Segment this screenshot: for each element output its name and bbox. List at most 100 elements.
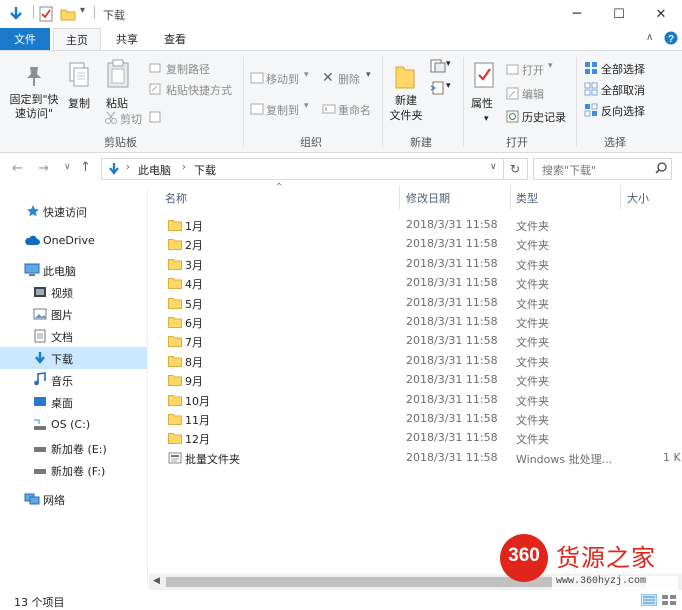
column-header-modified[interactable]: 修改日期 xyxy=(406,186,509,210)
edit-button[interactable]: 编辑 xyxy=(522,86,544,102)
nav-item-this-pc[interactable]: 此电脑 xyxy=(0,259,147,281)
history-button[interactable]: 历史记录 xyxy=(522,109,566,125)
breadcrumb-downloads[interactable]: 下载 xyxy=(194,162,216,178)
table-row[interactable]: 11月 2018/3/31 11:58 文件夹 xyxy=(149,410,682,429)
drive-icon xyxy=(33,463,47,477)
search-box[interactable]: 搜索"下载" xyxy=(533,158,672,180)
table-row[interactable]: 7月 2018/3/31 11:58 文件夹 xyxy=(149,332,682,351)
scroll-left-icon[interactable]: ◀ xyxy=(153,576,160,586)
nav-item-network[interactable]: 网络 xyxy=(0,488,147,510)
column-header-size[interactable]: 大小 xyxy=(627,186,677,210)
copy-to-button[interactable]: 复制到 xyxy=(266,102,299,118)
tab-home[interactable]: 主页 xyxy=(53,28,101,51)
table-row[interactable]: 6月 2018/3/31 11:58 文件夹 xyxy=(149,313,682,332)
table-row[interactable]: 9月 2018/3/31 11:58 文件夹 xyxy=(149,371,682,390)
column-divider[interactable] xyxy=(620,186,621,210)
table-row[interactable]: 3月 2018/3/31 11:58 文件夹 xyxy=(149,255,682,274)
group-divider xyxy=(382,57,383,147)
up-arrow-icon[interactable]: ↑ xyxy=(80,160,91,175)
breadcrumb-this-pc[interactable]: 此电脑 xyxy=(138,162,171,178)
path-icon xyxy=(149,62,161,74)
nav-item-desktop[interactable]: 桌面 xyxy=(0,391,147,413)
file-name: 7月 xyxy=(185,336,203,349)
nav-label: 下载 xyxy=(51,353,73,366)
table-row[interactable]: 5月 2018/3/31 11:58 文件夹 xyxy=(149,294,682,313)
address-dropdown-chevron-icon[interactable]: ∨ xyxy=(490,162,497,172)
nav-label: 视频 xyxy=(51,287,73,300)
delete-button[interactable]: 删除 xyxy=(338,71,360,87)
select-all-button[interactable]: 全部选择 xyxy=(601,61,645,77)
new-item-icon[interactable] xyxy=(430,59,446,73)
back-arrow-icon[interactable]: ← xyxy=(12,161,23,176)
tab-share[interactable]: 共享 xyxy=(104,28,150,50)
cut-button[interactable]: 剪切 xyxy=(120,111,142,127)
group-label-clipboard: 剪贴板 xyxy=(104,136,137,149)
minimize-button[interactable]: ─ xyxy=(556,0,598,28)
select-none-icon xyxy=(584,82,598,96)
customize-toolbar-icon[interactable]: ▾ xyxy=(80,5,85,16)
table-row[interactable]: 4月 2018/3/31 11:58 文件夹 xyxy=(149,274,682,293)
move-to-button[interactable]: 移动到 xyxy=(266,71,299,87)
collapse-ribbon-icon[interactable]: ∧ xyxy=(646,32,653,43)
column-header-type[interactable]: 类型 xyxy=(516,186,619,210)
nav-item-documents[interactable]: 文档 xyxy=(0,325,147,347)
search-input[interactable]: 搜索"下载" xyxy=(542,162,596,178)
new-folder-button[interactable]: 新建 文件夹 xyxy=(388,93,424,123)
paste-button[interactable]: 粘贴 xyxy=(106,95,128,111)
file-modified: 2018/3/31 11:58 xyxy=(406,354,498,367)
chevron-down-icon: ▾ xyxy=(446,59,451,69)
pin-quick-access-button[interactable]: 固定到"快速访问" xyxy=(8,93,60,121)
separator-icon: │ xyxy=(91,6,98,19)
quick-access-download-icon[interactable] xyxy=(8,6,24,22)
column-divider[interactable] xyxy=(510,186,511,210)
nav-item-drive-e[interactable]: 新加卷 (E:) xyxy=(0,437,147,459)
table-row[interactable]: 2月 2018/3/31 11:58 文件夹 xyxy=(149,235,682,254)
file-modified: 2018/3/31 11:58 xyxy=(406,237,498,250)
column-divider[interactable] xyxy=(399,186,400,210)
details-view-icon[interactable] xyxy=(641,594,657,606)
invert-selection-button[interactable]: 反向选择 xyxy=(601,103,645,119)
column-header-name[interactable]: 名称 xyxy=(165,186,399,210)
table-row[interactable]: 批量文件夹 2018/3/31 11:58 Windows 批处理... 1 K xyxy=(149,449,682,468)
forward-arrow-icon[interactable]: → xyxy=(38,161,49,176)
nav-item-drive-c[interactable]: OS (C:) xyxy=(0,414,147,436)
file-type: 文件夹 xyxy=(516,433,549,446)
nav-item-downloads[interactable]: 下载 xyxy=(0,347,147,369)
tab-file[interactable]: 文件 xyxy=(0,28,50,50)
star-icon xyxy=(26,204,40,218)
group-divider xyxy=(243,57,244,147)
nav-item-videos[interactable]: 视频 xyxy=(0,281,147,303)
close-button[interactable]: ✕ xyxy=(640,0,682,28)
open-button[interactable]: 打开 xyxy=(522,62,544,78)
tab-view[interactable]: 查看 xyxy=(152,28,198,50)
new-folder-icon[interactable] xyxy=(60,6,76,22)
easy-access-icon[interactable] xyxy=(430,81,446,95)
file-modified: 2018/3/31 11:58 xyxy=(406,412,498,425)
nav-item-drive-f[interactable]: 新加卷 (F:) xyxy=(0,459,147,481)
copy-path-button[interactable]: 复制路径 xyxy=(166,61,210,77)
rename-button[interactable]: 重命名 xyxy=(338,102,371,118)
copy-button[interactable]: 复制 xyxy=(68,95,90,111)
maximize-button[interactable]: ☐ xyxy=(598,0,640,28)
address-bar[interactable]: › 此电脑 › 下载 ∨ xyxy=(101,158,504,180)
large-icons-view-icon[interactable] xyxy=(661,594,677,606)
properties-button[interactable]: 属性 xyxy=(471,95,493,111)
properties-check-icon[interactable] xyxy=(38,6,54,22)
refresh-button[interactable]: ↻ xyxy=(504,158,528,180)
file-name: 批量文件夹 xyxy=(185,453,240,466)
recent-locations-chevron-icon[interactable]: ∨ xyxy=(64,162,71,172)
paste-shortcut-button[interactable]: 粘贴快捷方式 xyxy=(166,82,232,98)
nav-item-music[interactable]: 音乐 xyxy=(0,369,147,391)
nav-item-onedrive[interactable]: OneDrive xyxy=(0,230,147,252)
file-list: ⌃ 名称 修改日期 类型 大小 1月 2018/3/31 11:58 文件夹 2月 20… xyxy=(149,182,682,574)
table-row[interactable]: 12月 2018/3/31 11:58 文件夹 xyxy=(149,429,682,448)
nav-item-quick-access[interactable]: 快速访问 xyxy=(0,200,147,222)
help-icon[interactable]: ? xyxy=(664,31,678,45)
nav-item-pictures[interactable]: 图片 xyxy=(0,303,147,325)
watermark-logo: 360 货源之家 www.360hyzj.com xyxy=(500,532,682,594)
nav-label: 新加卷 (F:) xyxy=(51,465,106,478)
table-row[interactable]: 10月 2018/3/31 11:58 文件夹 xyxy=(149,391,682,410)
table-row[interactable]: 1月 2018/3/31 11:58 文件夹 xyxy=(149,216,682,235)
table-row[interactable]: 8月 2018/3/31 11:58 文件夹 xyxy=(149,352,682,371)
select-none-button[interactable]: 全部取消 xyxy=(601,82,645,98)
